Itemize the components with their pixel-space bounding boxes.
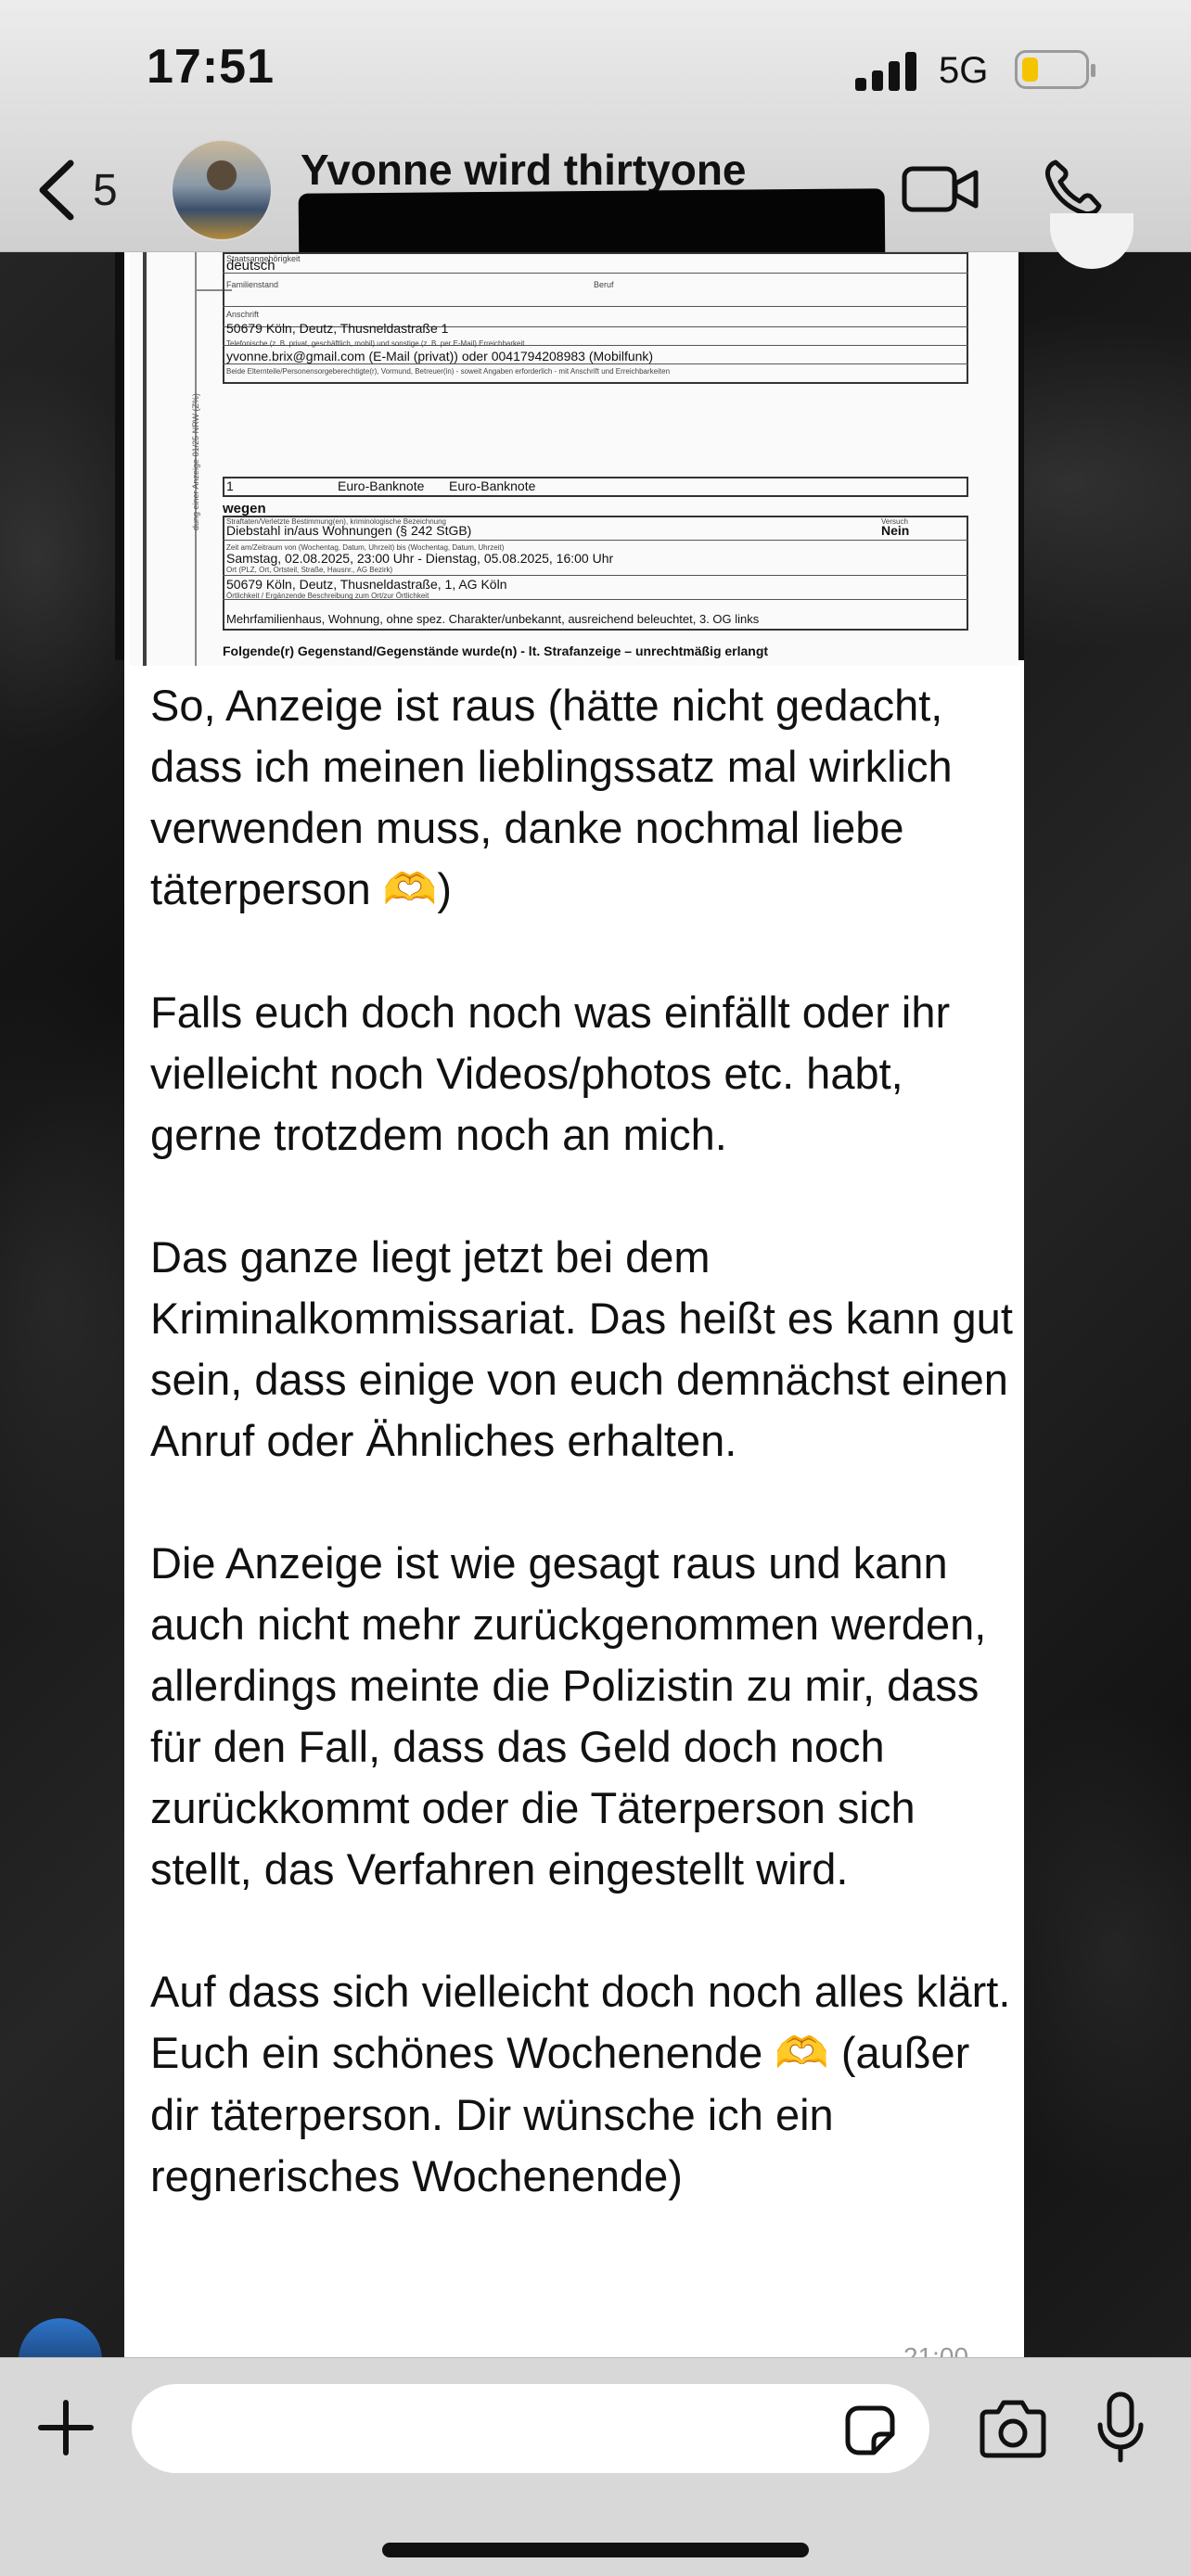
attached-document-image[interactable]: dung einer Anzeige 01/25 NRW (Z%) Staats… (130, 252, 1018, 666)
cellular-signal-icon (855, 48, 922, 91)
message-paragraph: Falls euch doch noch was einfällt oder i… (150, 988, 951, 1159)
message-paragraph: Auf dass sich vielleicht doch noch alles… (150, 1967, 1011, 2200)
network-type: 5G (939, 50, 989, 91)
message-input[interactable] (132, 2384, 929, 2473)
message-text: So, Anzeige ist raus (hätte nicht gedach… (150, 675, 1013, 2268)
doc-address: 50679 Köln, Deutz, Thusneldastraße 1 (226, 321, 449, 336)
doc-time: Samstag, 02.08.2025, 23:00 Uhr - Diensta… (226, 551, 614, 566)
doc-place: 50679 Köln, Deutz, Thusneldastraße, 1, A… (226, 577, 507, 592)
heart-hands-emoji: 🫶 (382, 864, 438, 915)
home-indicator[interactable] (382, 2543, 809, 2557)
message-paragraph: So, Anzeige ist raus (hätte nicht gedach… (150, 681, 953, 915)
doc-attempt: Nein (881, 523, 910, 538)
message-paragraph: Die Anzeige ist wie gesagt raus und kann… (150, 1538, 987, 1894)
chat-title[interactable]: Yvonne wird thirtyone (301, 145, 747, 195)
doc-footer: Folgende(r) Gegenstand/Gegenstände wurde… (223, 644, 769, 658)
video-icon[interactable] (902, 163, 980, 215)
status-time: 17:51 (147, 40, 275, 94)
doc-offense: Diebstahl in/aus Wohnungen (§ 242 StGB) (226, 523, 472, 538)
doc-locality: Mehrfamilienhaus, Wohnung, ohne spez. Ch… (226, 612, 760, 626)
doc-nationality: deutsch (226, 258, 275, 274)
battery-level (1022, 57, 1038, 82)
unread-count[interactable]: 5 (93, 165, 118, 216)
camera-icon[interactable] (980, 2397, 1046, 2458)
chevron-left-icon[interactable] (33, 158, 78, 223)
group-avatar[interactable] (171, 139, 273, 241)
doc-because: wegen (223, 501, 266, 516)
message-paragraph: Das ganze liegt jetzt bei dem Kriminalko… (150, 1232, 1013, 1465)
plus-icon[interactable] (35, 2397, 96, 2458)
mic-icon[interactable] (1096, 2391, 1145, 2464)
doc-side-note: dung einer Anzeige 01/25 NRW (Z%) (191, 393, 200, 530)
heart-hands-emoji: 🫶 (775, 2028, 829, 2079)
doc-currency-row (223, 477, 968, 497)
doc-contact: yvonne.brix@gmail.com (E-Mail (privat)) … (226, 349, 654, 363)
sticker-icon[interactable] (844, 2404, 896, 2456)
battery-icon (1015, 50, 1095, 89)
chat-header: 17:51 5G 5 Yvonne wird thirtyone (0, 0, 1191, 266)
phone-icon[interactable] (1043, 158, 1104, 219)
